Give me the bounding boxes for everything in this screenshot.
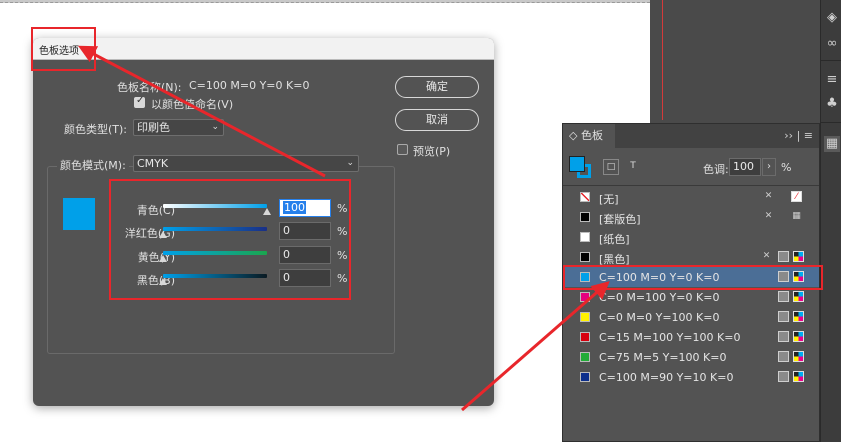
- arrow-to-title: [78, 45, 326, 178]
- arrow-to-swatch: [461, 281, 610, 412]
- annotation-arrows: [78, 45, 610, 412]
